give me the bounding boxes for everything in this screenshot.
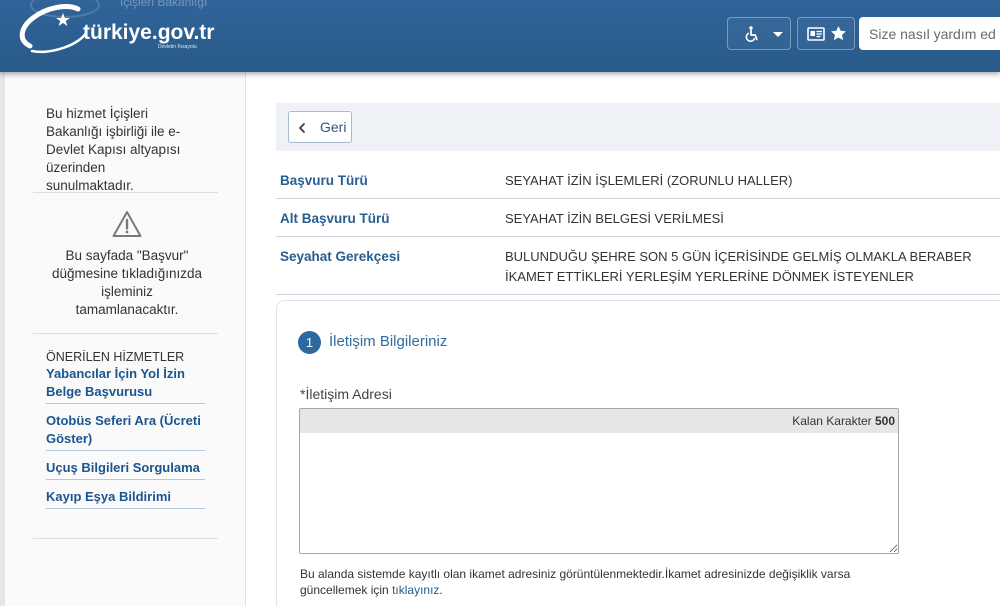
address-field-label: *İletişim Adresi	[300, 386, 392, 402]
update-address-link[interactable]: tıklayınız	[392, 583, 439, 597]
back-toolbar: Geri	[276, 103, 1000, 151]
recommended-link-lost-item[interactable]: Kayıp Eşya Bildirimi	[46, 480, 205, 509]
detail-row: Alt Başvuru Türü SEYAHAT İZİN BELGESİ VE…	[276, 199, 1000, 237]
logo-text: türkiye.gov.tr	[83, 21, 214, 44]
detail-row: Başvuru Türü SEYAHAT İZİN İŞLEMLERİ (ZOR…	[276, 161, 1000, 199]
step-title: İletişim Bilgileriniz	[329, 333, 448, 350]
turkiye-gov-logo-icon	[19, 4, 88, 54]
back-button[interactable]: Geri	[288, 111, 352, 143]
id-card-icon	[807, 27, 825, 41]
sidebar: Bu hizmet İçişleri Bakanlığı işbirliği i…	[5, 72, 246, 606]
recommended-link-bus-search[interactable]: Otobüs Seferi Ara (Ücreti Göster)	[46, 404, 205, 451]
step-number-badge: 1	[298, 331, 321, 354]
service-intro-text: Bu hizmet İçişleri Bakanlığı işbirliği i…	[46, 106, 181, 193]
detail-value: BULUNDUĞU ŞEHRE SON 5 GÜN İÇERİSİNDE GEL…	[505, 249, 972, 284]
application-details: Başvuru Türü SEYAHAT İZİN İŞLEMLERİ (ZOR…	[276, 161, 1000, 295]
chevron-down-icon	[773, 32, 783, 37]
sidebar-divider	[33, 192, 218, 193]
detail-label: Seyahat Gerekçesi	[280, 249, 401, 264]
chevron-left-icon	[299, 123, 305, 133]
recommended-link-travel-permit[interactable]: Yabancılar İçin Yol İzin Belge Başvurusu	[46, 357, 205, 404]
back-button-label: Geri	[320, 119, 347, 135]
detail-label: Başvuru Türü	[280, 173, 368, 188]
recommended-services-list: Yabancılar İçin Yol İzin Belge Başvurusu…	[46, 357, 205, 509]
character-counter-value: 500	[874, 414, 895, 428]
character-counter: Kalan Karakter 500	[300, 409, 898, 433]
favorites-button[interactable]	[797, 17, 855, 50]
turkiye-gov-logo[interactable]: türkiye.gov.tr Devletin Kısayolu	[18, 4, 223, 60]
address-field: Kalan Karakter 500	[299, 408, 899, 554]
main-content: Geri Başvuru Türü SEYAHAT İZİN İŞLEMLERİ…	[246, 72, 1000, 606]
top-header: İçişleri Bakanlığı türkiye.gov.tr Devlet…	[0, 0, 1000, 72]
logo-tagline: Devletin Kısayolu	[158, 44, 197, 50]
character-counter-label: Kalan Karakter	[792, 414, 872, 428]
detail-row: Seyahat Gerekçesi BULUNDUĞU ŞEHRE SON 5 …	[276, 237, 1000, 295]
search-input[interactable]	[859, 17, 1000, 50]
address-help-text: Bu alanda sistemde kayıtlı olan ikamet a…	[300, 566, 900, 598]
accessibility-button[interactable]	[727, 17, 791, 50]
detail-value: SEYAHAT İZİN BELGESİ VERİLMESİ	[505, 211, 724, 226]
detail-value: SEYAHAT İZİN İŞLEMLERİ (ZORUNLU HALLER)	[505, 173, 793, 188]
recommended-link-flight-query[interactable]: Uçuş Bilgileri Sorgulama	[46, 451, 205, 480]
star-icon	[831, 26, 846, 41]
sidebar-divider	[33, 538, 218, 539]
warning-icon	[112, 211, 142, 237]
warning-text: Bu sayfada "Başvur" düğmesine tıkladığın…	[51, 248, 203, 317]
wheelchair-icon	[745, 26, 758, 42]
sidebar-divider	[33, 333, 218, 334]
detail-label: Alt Başvuru Türü	[280, 211, 390, 226]
address-help-message: Bu alanda sistemde kayıtlı olan ikamet a…	[300, 567, 851, 597]
address-textarea[interactable]	[300, 433, 898, 553]
address-help-suffix: .	[439, 583, 443, 597]
contact-info-card: 1 İletişim Bilgileriniz *İletişim Adresi…	[276, 300, 1000, 606]
